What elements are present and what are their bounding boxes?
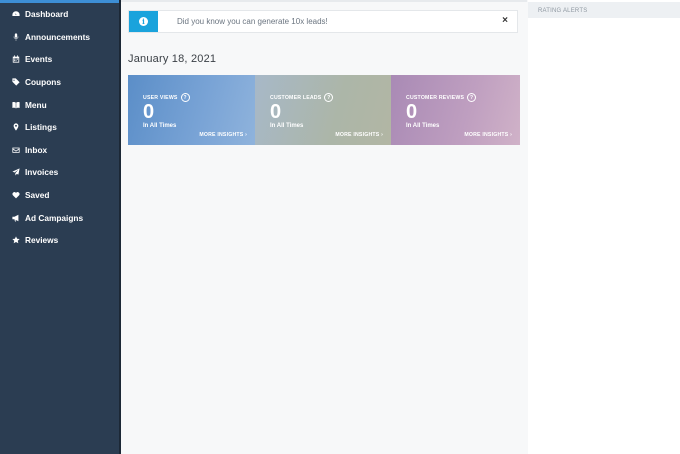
- stat-card-label-text: CUSTOMER REVIEWS: [406, 94, 465, 101]
- main-top-border: [121, 0, 527, 2]
- sidebar-item-label: Dashboard: [25, 9, 69, 20]
- bullhorn-icon: [11, 213, 20, 222]
- close-icon[interactable]: ×: [502, 15, 508, 26]
- sidebar-item-events[interactable]: Events: [0, 48, 119, 71]
- more-insights-link[interactable]: MORE INSIGHTS ›: [199, 132, 247, 138]
- stat-card-value: 0: [143, 101, 155, 123]
- tag-icon: [11, 78, 20, 87]
- sidebar-item-dashboard[interactable]: Dashboard: [0, 3, 119, 26]
- sidebar-item-invoices[interactable]: Invoices: [0, 161, 119, 184]
- alert-message: Did you know you can generate 10x leads!: [177, 17, 328, 26]
- microphone-icon: [11, 32, 20, 41]
- sidebar-item-label: Menu: [25, 99, 47, 110]
- help-icon[interactable]: ?: [180, 93, 190, 102]
- sidebar-item-label: Events: [25, 54, 53, 65]
- sidebar-item-saved[interactable]: Saved: [0, 184, 119, 207]
- sidebar-item-label: Coupons: [25, 77, 61, 88]
- help-icon[interactable]: ?: [467, 93, 477, 102]
- more-insights-link[interactable]: MORE INSIGHTS ›: [335, 132, 383, 138]
- envelope-icon: [11, 145, 20, 154]
- info-icon: i: [129, 11, 158, 32]
- stat-card-subtitle: In All Times: [143, 123, 177, 129]
- page-date: January 18, 2021: [128, 53, 217, 65]
- stat-card-customer-reviews: CUSTOMER REVIEWS ? 0 In All Times MORE I…: [391, 75, 520, 145]
- sidebar-item-inbox[interactable]: Inbox: [0, 139, 119, 162]
- sidebar-item-announcements[interactable]: Announcements: [0, 26, 119, 49]
- heart-icon: [11, 191, 20, 200]
- dashboard-icon: [11, 10, 20, 19]
- calendar-icon: [11, 55, 20, 64]
- sidebar-item-label: Inbox: [25, 144, 48, 155]
- stat-card-subtitle: In All Times: [406, 123, 440, 129]
- info-alert: i Did you know you can generate 10x lead…: [128, 10, 518, 33]
- sidebar-item-ad-campaigns[interactable]: Ad Campaigns: [0, 206, 119, 229]
- sidebar-item-label: Announcements: [25, 31, 90, 42]
- right-panel: RATING ALERTS: [528, 0, 680, 454]
- stat-card-label-text: USER VIEWS: [143, 94, 178, 101]
- sidebar: Dashboard Announcements Events Coupons M…: [0, 0, 121, 454]
- sidebar-item-label: Ad Campaigns: [25, 212, 84, 223]
- rating-alerts-header: RATING ALERTS: [528, 2, 680, 18]
- paper-plane-icon: [11, 168, 20, 177]
- stat-card-value: 0: [270, 101, 282, 123]
- sidebar-item-label: Reviews: [25, 235, 59, 246]
- sidebar-item-listings[interactable]: Listings: [0, 116, 119, 139]
- sidebar-item-coupons[interactable]: Coupons: [0, 71, 119, 94]
- sidebar-nav: Dashboard Announcements Events Coupons M…: [0, 3, 119, 252]
- more-insights-link[interactable]: MORE INSIGHTS ›: [464, 132, 512, 138]
- stat-card-user-views: USER VIEWS ? 0 In All Times MORE INSIGHT…: [128, 75, 255, 145]
- sidebar-item-reviews[interactable]: Reviews: [0, 229, 119, 252]
- book-icon: [11, 100, 20, 109]
- star-icon: [11, 236, 20, 245]
- map-pin-icon: [11, 123, 20, 132]
- info-icon-glyph: i: [139, 17, 148, 26]
- stat-card-label-text: CUSTOMER LEADS: [270, 94, 322, 101]
- main-content: i Did you know you can generate 10x lead…: [121, 0, 527, 454]
- rating-alerts-title: RATING ALERTS: [538, 8, 588, 14]
- help-icon[interactable]: ?: [324, 93, 334, 102]
- stat-card-value: 0: [406, 101, 418, 123]
- stats-cards: USER VIEWS ? 0 In All Times MORE INSIGHT…: [128, 75, 520, 145]
- stat-card-customer-leads: CUSTOMER LEADS ? 0 In All Times MORE INS…: [255, 75, 391, 145]
- sidebar-item-label: Listings: [25, 122, 57, 133]
- sidebar-item-label: Saved: [25, 190, 50, 201]
- sidebar-item-menu[interactable]: Menu: [0, 93, 119, 116]
- stat-card-subtitle: In All Times: [270, 123, 304, 129]
- sidebar-item-label: Invoices: [25, 167, 59, 178]
